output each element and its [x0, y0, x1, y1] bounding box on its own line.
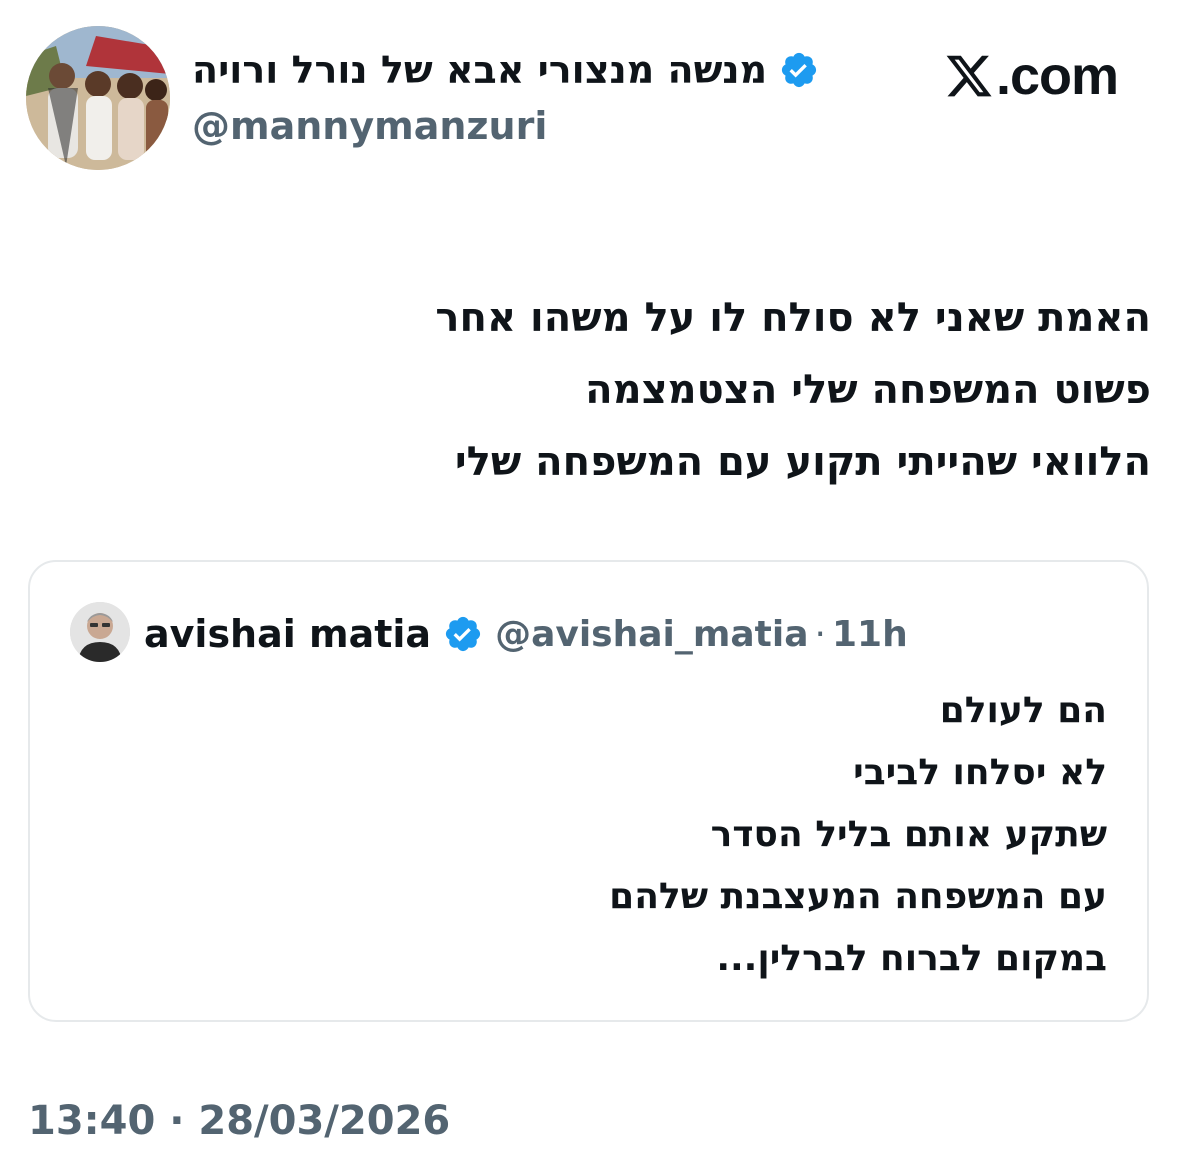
author-avatar[interactable]: [26, 26, 170, 170]
quoted-line: במקום לברוח לברלין...: [716, 938, 1107, 979]
tweet-line: האמת שאני לא סולח לו על משהו אחר: [435, 295, 1151, 341]
verified-badge-icon: [443, 614, 483, 654]
site-logo: .com: [944, 46, 1119, 106]
tweet-line: פשוט המשפחה שלי הצטמצמה: [585, 367, 1151, 413]
tweet-screenshot: מנשה מנצורי אבא של נורל ורויה @mannymanz…: [0, 0, 1179, 1171]
site-domain: .com: [996, 46, 1119, 106]
quoted-line: עם המשפחה המעצבנת שלהם: [609, 876, 1107, 917]
quoted-author-avatar[interactable]: [70, 602, 130, 662]
quoted-line: לא יסלחו לביבי: [853, 752, 1107, 793]
quoted-separator: ·: [814, 613, 826, 655]
quoted-time[interactable]: 11h: [832, 614, 908, 655]
quoted-tweet-text: הם לעולם לא יסלחו לביבי שתקע אותם בליל ה…: [207, 680, 1107, 990]
verified-badge-icon: [779, 50, 819, 90]
quoted-line: הם לעולם: [939, 690, 1107, 731]
author-handle[interactable]: @mannymanzuri: [192, 104, 547, 148]
quoted-display-name[interactable]: avishai matia: [144, 612, 431, 656]
tweet-timestamp[interactable]: 13:40 · 28/03/2026: [28, 1098, 450, 1144]
author-display-name[interactable]: מנשה מנצורי אבא של נורל ורויה: [192, 48, 767, 92]
quoted-line: שתקע אותם בליל הסדר: [710, 814, 1107, 855]
quoted-handle[interactable]: @avishai_matia: [495, 614, 808, 655]
author-name-row: מנשה מנצורי אבא של נורל ורויה: [192, 44, 819, 96]
x-logo-icon: [946, 55, 992, 97]
quoted-header: avishai matia @avishai_matia · 11h: [144, 606, 908, 662]
tweet-line: הלוואי שהייתי תקוע עם המשפחה שלי: [454, 439, 1151, 485]
quoted-tweet-card[interactable]: avishai matia @avishai_matia · 11h הם לע…: [28, 560, 1149, 1022]
tweet-text: האמת שאני לא סולח לו על משהו אחר פשוט המ…: [151, 282, 1151, 498]
